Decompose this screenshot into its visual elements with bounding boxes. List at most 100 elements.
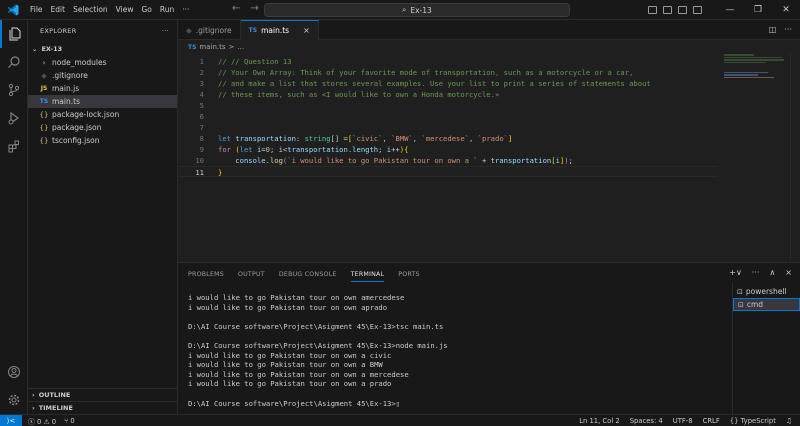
code-token: + [477, 156, 491, 165]
tab-debug-console[interactable]: DEBUG CONSOLE [279, 271, 337, 278]
file-tree-item[interactable]: › node_modules [28, 56, 177, 69]
tab-label: .gitignore [195, 25, 232, 35]
back-arrow-icon[interactable]: ← [232, 3, 240, 14]
code-line: 8 let transportation: string[] =[`civic`,… [178, 133, 718, 144]
minimize-button[interactable]: — [716, 5, 744, 15]
language-label: TypeScript [740, 416, 776, 425]
outline-section[interactable]: › OUTLINE [28, 388, 178, 401]
tab-output[interactable]: OUTPUT [238, 271, 265, 278]
new-terminal-icon[interactable]: +∨ [729, 268, 742, 277]
breadcrumb-file[interactable]: main.ts [199, 43, 225, 51]
file-tree-label: package-lock.json [52, 110, 120, 119]
source-control-icon[interactable] [0, 76, 28, 104]
code-token: length [352, 145, 379, 154]
account-icon[interactable] [0, 358, 28, 386]
code-token: ; [269, 145, 279, 154]
restore-button[interactable]: ❐ [744, 5, 772, 15]
chevron-down-icon: ⌄ [32, 45, 38, 53]
file-tree-item[interactable]: {} package-lock.json [28, 108, 177, 121]
tab-label: main.ts [261, 26, 290, 35]
language-mode[interactable]: {} TypeScript [730, 417, 776, 425]
explorer-title: EXPLORER [40, 27, 77, 35]
settings-gear-icon[interactable] [0, 386, 28, 414]
file-tree-item[interactable]: JS main.js [28, 82, 177, 95]
run-debug-icon[interactable] [0, 104, 28, 132]
menu-selection[interactable]: Selection [69, 0, 112, 20]
code-text: for (let i=0; i<transportation.length; i… [218, 144, 408, 155]
notifications-bell-icon[interactable]: ♫ [786, 417, 792, 425]
split-editor-icon[interactable]: ◫ [769, 25, 777, 34]
file-tree-item[interactable]: {} tsconfig.json [28, 134, 177, 147]
code-token: { [404, 145, 409, 154]
search-icon[interactable] [0, 48, 28, 76]
breadcrumb-symbol[interactable]: ... [237, 43, 244, 51]
search-icon: ⌕ [402, 5, 407, 14]
timeline-section[interactable]: › TIMELINE [28, 401, 178, 414]
menu-edit[interactable]: Edit [47, 0, 70, 20]
code-token: ++ [391, 145, 400, 154]
encoding[interactable]: UTF-8 [673, 417, 693, 425]
menu-go[interactable]: Go [137, 0, 155, 20]
tab-terminal[interactable]: TERMINAL [350, 271, 385, 282]
terminal-label: cmd [746, 300, 764, 309]
menu-view[interactable]: View [112, 0, 138, 20]
explorer-more-actions[interactable]: ··· [162, 27, 169, 35]
code-token: : [295, 134, 305, 143]
menu-run[interactable]: Run [156, 0, 178, 20]
code-token: [] = [330, 134, 348, 143]
forward-arrow-icon[interactable]: → [250, 3, 258, 14]
terminal-item-cmd[interactable]: ⊡ cmd [733, 298, 800, 311]
customize-layout-icon[interactable] [693, 6, 702, 14]
editor-more-actions[interactable]: ··· [784, 25, 792, 34]
explorer-sidebar: EXPLORER ··· ⌄ EX-13 › node_modules ◆ .giti… [28, 20, 178, 414]
toggle-primary-sidebar-icon[interactable] [648, 6, 657, 14]
folder-file-icon: › [42, 58, 46, 67]
terminal-line: i would like to go Pakistan tour on own … [188, 350, 392, 360]
extensions-icon[interactable] [0, 132, 28, 160]
close-window-button[interactable]: ✕ [772, 5, 800, 15]
close-panel-icon[interactable]: × [785, 268, 792, 277]
toggle-panel-icon[interactable] [663, 6, 672, 14]
cursor-position[interactable]: Ln 11, Col 2 [579, 417, 620, 425]
title-bar: File Edit Selection View Go Run ··· ← → … [0, 0, 800, 20]
tab-problems[interactable]: PROBLEMS [188, 271, 224, 278]
workspace-folder[interactable]: ⌄ EX-13 [28, 42, 177, 56]
indentation[interactable]: Spaces: 4 [630, 417, 663, 425]
maximize-panel-icon[interactable]: ∧ [769, 268, 775, 277]
toggle-secondary-sidebar-icon[interactable] [678, 6, 687, 14]
tab-ports[interactable]: PORTS [398, 271, 420, 278]
chevron-right-icon: › [32, 404, 35, 412]
command-center-search[interactable]: ⌕ Ex-13 [264, 3, 570, 17]
menu-file[interactable]: File [26, 0, 47, 20]
close-tab-icon[interactable]: × [303, 26, 310, 35]
terminal-line: i would like to go Pakistan tour on own … [188, 360, 383, 370]
code-token: // // Question 13 [218, 57, 292, 66]
terminal-item-powershell[interactable]: ⊡ powershell [733, 285, 800, 298]
folder-label: EX-13 [41, 45, 63, 53]
end-of-line[interactable]: CRLF [703, 417, 720, 425]
terminal-line: D:\AI Course software\Project\Asigment 4… [188, 340, 448, 350]
explorer-icon[interactable] [0, 20, 28, 48]
minimap[interactable] [724, 54, 784, 94]
json-file-icon: {} [39, 110, 49, 119]
line-number: 4 [199, 90, 204, 99]
tab-gitignore[interactable]: ◆ .gitignore [178, 20, 241, 40]
vscode-logo-icon [4, 1, 22, 19]
file-tree-item[interactable]: ◆ .gitignore [28, 69, 177, 82]
tab-main-ts[interactable]: TS main.ts × [240, 20, 319, 40]
file-tree-label: main.ts [52, 97, 80, 106]
remote-indicator[interactable]: ⟩< [0, 414, 22, 426]
editor-scrollbar[interactable] [790, 54, 800, 260]
ports-status[interactable]: ⑂ 0 [64, 417, 75, 425]
menu-more[interactable]: ··· [178, 0, 193, 20]
braces-icon: {} [729, 416, 739, 425]
panel-more-icon[interactable]: ··· [752, 268, 760, 277]
file-tree-item[interactable]: {} package.json [28, 121, 177, 134]
problems-status[interactable]: ⓧ 0 ⚠ 0 [28, 416, 56, 426]
terminal-output[interactable]: i would like to go Pakistan tour on own … [188, 293, 728, 413]
file-tree-item[interactable]: TS main.ts [28, 95, 177, 108]
terminal-line: D:\AI Course software\Project\Asigment 4… [188, 321, 444, 331]
code-editor[interactable]: 1 // // Question 13 2 // Your Own Array: Th… [178, 54, 800, 260]
code-token: `mercedese` [421, 134, 470, 143]
